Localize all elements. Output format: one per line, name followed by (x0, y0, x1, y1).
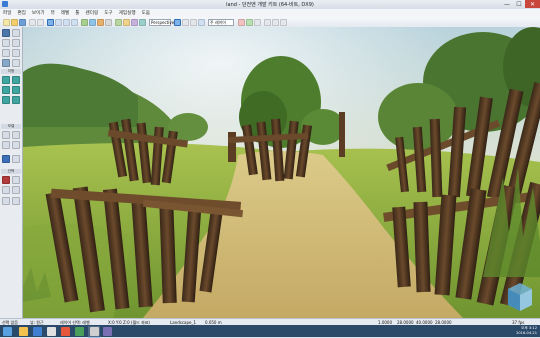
zoom-tool-icon[interactable] (2, 39, 10, 47)
window-controls: — ☐ ✕ (501, 0, 540, 9)
editor-app-icon[interactable] (89, 326, 99, 336)
menu-view[interactable]: 뷰 (51, 10, 55, 16)
layer-select[interactable]: 주 레이어 (208, 18, 234, 26)
ai-debug-icon[interactable] (264, 18, 271, 26)
move-tool-icon[interactable] (55, 18, 62, 26)
smooth-tool-icon[interactable] (12, 59, 20, 67)
viewport-select[interactable]: Perspective (149, 18, 174, 26)
minimize-button[interactable]: — (501, 0, 513, 8)
system-clock[interactable]: 오후 3:12 2016-04-21 (516, 326, 537, 335)
undo-icon[interactable] (29, 18, 36, 26)
menu-tools[interactable]: 툴 (75, 10, 79, 16)
profiler-icon[interactable] (280, 18, 287, 26)
eraser-tool-icon[interactable] (12, 49, 20, 57)
light-tool-icon[interactable] (97, 18, 104, 26)
rotate-tool-icon[interactable] (63, 18, 70, 26)
redo-icon[interactable] (37, 18, 44, 26)
cursor-tool-icon[interactable] (2, 29, 10, 37)
record-icon[interactable] (238, 18, 245, 26)
ie-icon[interactable] (33, 326, 42, 336)
link-icon[interactable] (12, 186, 20, 194)
close-button[interactable]: ✕ (525, 0, 540, 8)
menu-game[interactable]: 게임실행 (119, 10, 136, 16)
noise-terrain-icon[interactable] (12, 86, 20, 94)
app-purple-icon[interactable] (103, 326, 112, 336)
properties-icon[interactable] (12, 155, 20, 163)
stop-icon[interactable] (254, 18, 261, 26)
menu-edit[interactable]: 편집 (17, 10, 25, 16)
explorer-icon[interactable] (19, 326, 28, 336)
lower-terrain-icon[interactable] (12, 76, 20, 84)
menu-utility[interactable]: 도구 (104, 10, 112, 16)
group-icon[interactable] (12, 141, 20, 149)
axis-lock-icon[interactable] (190, 18, 197, 26)
goto-icon[interactable] (12, 197, 20, 205)
menu-help[interactable]: 도움 (142, 10, 150, 16)
window-title: land - 던전앤 개발 키트 (64-비트, DX9) (226, 2, 314, 8)
flatten-terrain-icon[interactable] (2, 86, 10, 94)
select-tool-icon[interactable] (47, 18, 54, 26)
hole-tool-icon[interactable] (12, 96, 20, 104)
media-player-icon[interactable] (47, 326, 56, 336)
paint-layer-icon[interactable] (2, 59, 10, 67)
menu-level[interactable]: 레벨 (61, 10, 69, 16)
duplicate-icon[interactable] (12, 131, 20, 139)
menu-render[interactable]: 렌더링 (86, 10, 99, 16)
physics-icon[interactable] (139, 18, 146, 26)
hand-tool-icon[interactable] (12, 29, 20, 37)
section-models: 모델 (1, 124, 21, 129)
angle-snap-icon[interactable] (182, 18, 189, 26)
object-icon[interactable] (123, 18, 130, 26)
play-icon[interactable] (246, 18, 253, 26)
water-tool-icon[interactable] (89, 18, 96, 26)
delete-icon[interactable] (2, 176, 10, 184)
particle-icon[interactable] (131, 18, 138, 26)
grid-snap-icon[interactable] (174, 18, 181, 26)
align-icon[interactable] (198, 18, 205, 26)
maximize-button[interactable]: ☐ (513, 0, 525, 8)
save-icon[interactable] (19, 18, 26, 26)
app-green-icon[interactable] (75, 326, 84, 336)
orientation-gizmo[interactable] (508, 283, 532, 311)
new-file-icon[interactable] (3, 18, 10, 26)
scene-render (23, 27, 540, 318)
section-select: 선택 (1, 169, 21, 174)
taskbar: 오후 3:12 2016-04-21 (0, 325, 540, 338)
raise-terrain-icon[interactable] (2, 76, 10, 84)
freeze-icon[interactable] (2, 186, 10, 194)
prefab-icon[interactable] (2, 141, 10, 149)
orbit-tool-icon[interactable] (12, 39, 20, 47)
viewport-3d[interactable] (23, 27, 540, 318)
chrome-icon[interactable] (61, 326, 70, 336)
section-terrain: 지형 (1, 69, 21, 74)
left-tool-panel: 지형 모델 선택 (0, 27, 23, 318)
brush-tool-icon[interactable] (2, 49, 10, 57)
console-icon[interactable] (272, 18, 279, 26)
place-model-icon[interactable] (2, 131, 10, 139)
hide-icon[interactable] (12, 176, 20, 184)
menu-display[interactable]: 보이기 (32, 10, 45, 16)
menu-file[interactable]: 파일 (3, 10, 11, 16)
bookmark-icon[interactable] (2, 197, 10, 205)
clock-date: 2016-04-21 (516, 330, 537, 335)
terrain-tool-icon[interactable] (81, 18, 88, 26)
scale-tool-icon[interactable] (71, 18, 78, 26)
camera-icon[interactable] (105, 18, 112, 26)
open-folder-icon[interactable] (11, 18, 18, 26)
vegetation-icon[interactable] (115, 18, 122, 26)
layer-panel-icon[interactable] (2, 155, 10, 163)
texture-paint-icon[interactable] (2, 96, 10, 104)
start-icon[interactable] (3, 326, 12, 336)
